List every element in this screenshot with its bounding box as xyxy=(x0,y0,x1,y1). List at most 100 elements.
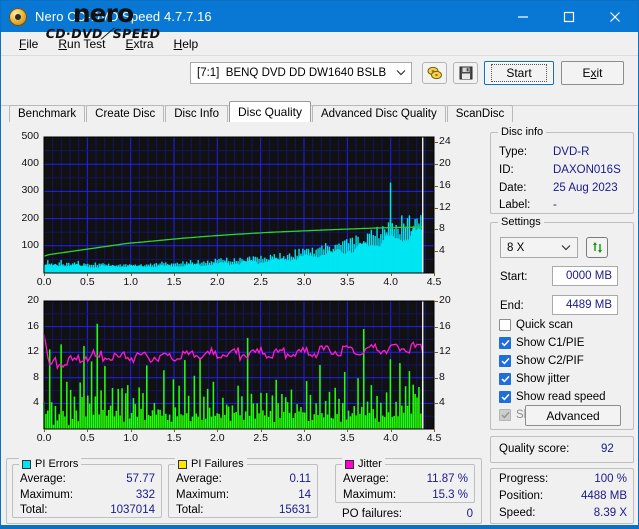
speed-label: Speed: xyxy=(499,507,536,519)
eject-disc-icon xyxy=(427,66,442,80)
progress-box: Progress: 100 % Position: 4488 MB Speed:… xyxy=(490,468,634,524)
x-tick-label: 1.0 xyxy=(123,276,138,288)
jitter-legend: Jitter xyxy=(342,458,385,470)
x-tick-label: 3.0 xyxy=(296,432,312,444)
y-left-tick-label: 4 xyxy=(33,396,39,409)
po-failures-label: PO failures: xyxy=(342,508,403,520)
minimize-icon[interactable] xyxy=(500,1,546,32)
logo-line-nero: nero xyxy=(72,0,134,28)
jitter-color-swatch xyxy=(345,459,354,469)
pi-errors-average-value: 57.77 xyxy=(126,473,155,485)
jitter-maximum-value: 15.3 % xyxy=(432,489,468,501)
jitter-average-value: 11.87 % xyxy=(426,473,468,485)
eject-disc-button[interactable] xyxy=(422,62,447,84)
y-right-tick-mark xyxy=(434,229,438,231)
checkbox-box xyxy=(499,391,511,403)
checkbox-label: Show jitter xyxy=(516,373,570,385)
end-mb-field[interactable]: 4489 MB xyxy=(552,295,618,315)
disc-type-value: DVD-R xyxy=(553,146,590,158)
x-tick-mark xyxy=(130,273,132,276)
start-button[interactable]: Start xyxy=(484,61,554,85)
tab-disc-info[interactable]: Disc Info xyxy=(165,105,228,122)
y-right-tick-label: 8 xyxy=(439,222,445,235)
checkbox-show-c2-pif[interactable]: Show C2/PIF xyxy=(499,355,584,367)
tab-create-disc[interactable]: Create Disc xyxy=(86,105,165,122)
checkbox-show-c1-pie[interactable]: Show C1/PIE xyxy=(499,337,584,349)
x-tick-mark xyxy=(130,429,132,432)
tab-scandisc[interactable]: ScanDisc xyxy=(446,105,514,122)
y-right-tick-mark xyxy=(434,207,438,209)
start-mb-label: Start: xyxy=(500,271,528,283)
save-button[interactable] xyxy=(453,62,478,84)
pi-failures-legend: PI Failures xyxy=(175,458,247,470)
pi-failures-maximum-label: Maximum: xyxy=(176,489,230,501)
y-right-tick-mark xyxy=(434,326,438,328)
checkbox-label: Show C1/PIE xyxy=(516,337,585,349)
progress-label: Progress: xyxy=(499,473,549,485)
x-tick-mark xyxy=(434,273,435,276)
quality-score-value: 92 xyxy=(601,443,614,455)
chevron-down-icon[interactable] xyxy=(555,243,577,253)
y-left-tick-label: 12 xyxy=(27,345,39,358)
disc-label-label: Label: xyxy=(499,199,531,211)
nero-logo: nero CD·DVD╱SPEED xyxy=(23,0,183,46)
jitter-maximum-label: Maximum: xyxy=(343,489,397,501)
speed-value: 8.39 X xyxy=(593,507,627,519)
jitter-stat-box: Jitter Average: 11.87 % Maximum: 15.3 % xyxy=(335,458,475,503)
x-tick-mark xyxy=(390,273,392,276)
drive-select[interactable]: [7:1] BENQ DVD DD DW1640 BSLB xyxy=(190,62,412,84)
x-tick-mark xyxy=(304,429,305,432)
checkbox-show-jitter[interactable]: Show jitter xyxy=(499,373,570,385)
refresh-speed-icon xyxy=(592,242,602,253)
pi-failures-average-value: 0.11 xyxy=(289,473,311,485)
start-mb-value: 0000 MB xyxy=(565,270,612,282)
disc-type-label: Type: xyxy=(499,146,528,158)
chevron-down-icon[interactable] xyxy=(391,68,411,78)
maximize-icon[interactable] xyxy=(546,1,592,32)
y-right-tick-label: 4 xyxy=(439,244,445,257)
x-tick-mark xyxy=(87,273,89,276)
y-right-tick-label: 8 xyxy=(439,370,445,383)
speed-select-value: 8 X xyxy=(507,241,525,254)
pi-failures-color-swatch xyxy=(178,459,187,469)
tab-disc-quality[interactable]: Disc Quality xyxy=(229,101,312,122)
x-tick-label: 0.5 xyxy=(80,432,95,444)
close-icon[interactable] xyxy=(592,1,638,32)
pi-errors-stat-box: PI Errors Average: 57.77 Maximum: 332 To… xyxy=(12,458,162,518)
checkbox-box xyxy=(499,355,511,367)
x-tick-label: 4.0 xyxy=(383,276,398,288)
y-left-tick-label: 500 xyxy=(21,130,39,142)
x-tick-label: 0.0 xyxy=(36,432,52,444)
advanced-button[interactable]: Advanced xyxy=(525,405,621,426)
x-tick-label: 0.0 xyxy=(36,276,52,288)
drive-index: [7:1] xyxy=(197,67,220,79)
x-tick-label: 3.0 xyxy=(296,276,312,288)
x-tick-mark xyxy=(347,429,349,432)
checkbox-show-read-speed[interactable]: Show read speed xyxy=(499,391,606,403)
drive-select-text: [7:1] BENQ DVD DD DW1640 BSLB xyxy=(191,67,391,79)
tab-bar: Benchmark Create Disc Disc Info Disc Qua… xyxy=(9,101,514,122)
y-right-tick-mark xyxy=(434,142,438,144)
refresh-speed-button[interactable] xyxy=(586,237,608,258)
speed-select[interactable]: 8 X xyxy=(500,237,578,258)
y-right-tick-mark xyxy=(434,185,438,187)
y-right-tick-mark xyxy=(434,403,438,405)
y-right-tick-mark xyxy=(434,377,438,379)
pi-errors-average-label: Average: xyxy=(20,473,66,485)
checkbox-box xyxy=(499,319,511,331)
position-value: 4488 MB xyxy=(580,490,627,502)
pi-errors-chart[interactable]: 0.0 0.5 1.0 1.5 2.0 2.5 3.0 3.5 4.0 4.5 100 200 300 4… xyxy=(9,127,479,295)
disc-date-label: Date: xyxy=(499,182,527,194)
x-tick-label: 2.5 xyxy=(253,276,268,288)
pi-failures-jitter-chart[interactable]: 0.0 0.5 1.0 1.5 2.0 2.5 3.0 3.5 4.0 4.5 4 8 12 16 20 4 8… xyxy=(9,294,479,452)
start-mb-field[interactable]: 0000 MB xyxy=(552,266,618,286)
exit-button[interactable]: Exit xyxy=(561,61,624,85)
end-mb-label: End: xyxy=(500,300,524,312)
tab-advanced-disc-quality[interactable]: Advanced Disc Quality xyxy=(312,105,446,122)
x-tick-mark xyxy=(304,273,305,276)
pi-failures-total-label: Total: xyxy=(176,504,204,516)
pi-failures-average-label: Average: xyxy=(176,473,222,485)
x-tick-mark xyxy=(44,429,45,432)
tab-benchmark[interactable]: Benchmark xyxy=(9,105,86,122)
checkbox-quick-scan[interactable]: Quick scan xyxy=(499,319,573,331)
